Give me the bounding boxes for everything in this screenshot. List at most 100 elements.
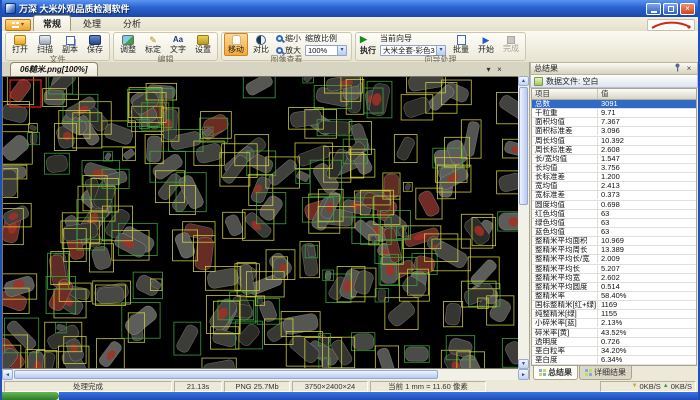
text-icon: Aa bbox=[173, 35, 183, 45]
column-header-value[interactable]: 值 bbox=[598, 89, 696, 99]
vertical-scrollbar[interactable]: ▲ ▼ bbox=[518, 76, 529, 369]
finish-button[interactable]: 完成 bbox=[499, 34, 523, 55]
settings-button[interactable]: 设置 bbox=[191, 33, 215, 56]
row-value: 2.602 bbox=[598, 274, 696, 282]
table-row[interactable]: 垩白度6.34% bbox=[532, 356, 696, 365]
viewer-tab-strip: 06糙米.png[100%] ▾ × bbox=[2, 62, 529, 76]
table-row[interactable]: 整精米平均长/宽2.009 bbox=[532, 255, 696, 264]
row-item-label: 绿色均值 bbox=[532, 219, 598, 227]
scan-button[interactable]: 扫描 bbox=[33, 33, 57, 56]
table-row[interactable]: 面积标准差3.096 bbox=[532, 127, 696, 136]
table-row[interactable]: 长标准差1.200 bbox=[532, 173, 696, 182]
row-item-label: 红色均值 bbox=[532, 210, 598, 218]
table-row[interactable]: 长均值3.756 bbox=[532, 164, 696, 173]
table-row[interactable]: 周长标准差2.608 bbox=[532, 146, 696, 155]
table-row[interactable]: 圆度均值0.698 bbox=[532, 201, 696, 210]
table-row[interactable]: 绿色均值63 bbox=[532, 219, 696, 228]
table-row[interactable]: 红色均值63 bbox=[532, 210, 696, 219]
row-value: 7.367 bbox=[598, 118, 696, 126]
table-row[interactable]: 碎米率[黄]43.52% bbox=[532, 329, 696, 338]
tab-analysis[interactable]: 分析 bbox=[113, 15, 151, 31]
tab-general[interactable]: 常规 bbox=[33, 15, 71, 31]
table-row[interactable]: 整精米平均面积10.969 bbox=[532, 237, 696, 246]
table-row[interactable]: 透明度0.726 bbox=[532, 338, 696, 347]
restore-button[interactable] bbox=[663, 3, 678, 15]
table-row[interactable]: 宽均值2.413 bbox=[532, 182, 696, 191]
zoom-out-button[interactable]: 缩小 bbox=[276, 33, 301, 44]
row-item-label: 总数 bbox=[532, 100, 598, 108]
adjust-button[interactable]: 调整 bbox=[116, 33, 140, 56]
calibrate-button[interactable]: ✎标定 bbox=[141, 33, 165, 56]
chevron-down-icon[interactable]: ▾ bbox=[337, 46, 346, 55]
save-button[interactable]: 保存 bbox=[83, 33, 107, 56]
table-row[interactable]: 整精米平均圆度0.514 bbox=[532, 283, 696, 292]
table-row[interactable]: 纯整精米[绿]1155 bbox=[532, 310, 696, 319]
scroll-right-icon[interactable]: ► bbox=[518, 369, 529, 380]
window-title: 万深 大米外观品质检测软件 bbox=[19, 2, 646, 15]
table-row[interactable]: 整精米平均宽2.602 bbox=[532, 274, 696, 283]
row-item-label: 透明度 bbox=[532, 338, 598, 346]
gear-icon bbox=[197, 35, 209, 45]
image-document-tab[interactable]: 06糙米.png[100%] bbox=[10, 62, 98, 76]
row-item-label: 千粒重 bbox=[532, 109, 598, 117]
table-row[interactable]: 面积均值7.367 bbox=[532, 118, 696, 127]
table-row[interactable]: 小碎米率[蓝]2.13% bbox=[532, 319, 696, 328]
row-item-label: 整精米平均圆度 bbox=[532, 283, 598, 291]
row-value: 58.40% bbox=[598, 292, 696, 300]
table-row[interactable]: 整精米平均周长13.389 bbox=[532, 246, 696, 255]
folder-open-icon bbox=[14, 35, 26, 45]
ribbon-toolbar: 打开 扫描 副本 保存 文件 调整 ✎标定 Aa文字 设置 编辑 移动 对比 缩… bbox=[2, 31, 698, 62]
vertical-scroll-thumb[interactable] bbox=[519, 87, 528, 205]
tab-detail-results[interactable]: 详细结果 bbox=[579, 366, 632, 380]
close-button[interactable]: × bbox=[680, 3, 695, 15]
viewer-close-button[interactable]: × bbox=[494, 64, 505, 76]
specimen-canvas[interactable] bbox=[2, 76, 518, 369]
zoom-ratio-select[interactable]: 100%▾ bbox=[305, 45, 347, 56]
upload-arrow-icon: ▲ bbox=[663, 382, 669, 391]
row-value: 2.608 bbox=[598, 146, 696, 154]
status-message: 处理完成 bbox=[4, 381, 172, 392]
scroll-left-icon[interactable]: ◄ bbox=[2, 369, 13, 380]
table-row[interactable]: 垩白粒率34.20% bbox=[532, 347, 696, 356]
table-row[interactable]: 国标整精米[红+绿]1169 bbox=[532, 301, 696, 310]
scroll-down-icon[interactable]: ▼ bbox=[518, 359, 529, 369]
row-value: 10.392 bbox=[598, 137, 696, 145]
table-row[interactable]: 宽标准差0.373 bbox=[532, 191, 696, 200]
chevron-down-icon[interactable]: ▾ bbox=[436, 46, 445, 55]
column-header-item[interactable]: 项目 bbox=[532, 89, 598, 99]
minimize-button[interactable] bbox=[646, 3, 661, 15]
table-row[interactable]: 蓝色均值63 bbox=[532, 228, 696, 237]
tab-summary-results[interactable]: 总结果 bbox=[533, 366, 578, 380]
open-button[interactable]: 打开 bbox=[8, 33, 32, 56]
contrast-button[interactable]: 对比 bbox=[249, 33, 273, 56]
row-item-label: 整精米平均宽 bbox=[532, 274, 598, 282]
row-item-label: 宽均值 bbox=[532, 182, 598, 190]
app-menu-button[interactable]: ▾ bbox=[5, 19, 31, 31]
viewer-menu-dropdown[interactable]: ▾ bbox=[483, 64, 494, 76]
start-button[interactable]: ▶开始 bbox=[474, 33, 498, 56]
duplicate-button[interactable]: 副本 bbox=[58, 34, 82, 56]
text-button[interactable]: Aa文字 bbox=[166, 33, 190, 56]
datafile-bar: 数据文件: 空白 bbox=[530, 75, 698, 88]
row-item-label: 周长均值 bbox=[532, 137, 598, 145]
table-row[interactable]: 千粒重9.71 bbox=[532, 109, 696, 118]
magnifier-minus-icon bbox=[276, 35, 283, 42]
table-row[interactable]: 总数3091 bbox=[532, 100, 696, 109]
horizontal-scroll-thumb[interactable] bbox=[14, 370, 438, 379]
panel-close-icon[interactable]: × bbox=[684, 63, 694, 74]
row-item-label: 长均值 bbox=[532, 164, 598, 172]
row-item-label: 面积均值 bbox=[532, 118, 598, 126]
batch-button[interactable]: 批量 bbox=[449, 33, 473, 56]
tab-process[interactable]: 处理 bbox=[73, 15, 111, 31]
move-tool-button[interactable]: 移动 bbox=[224, 33, 248, 56]
start-button-edge[interactable] bbox=[2, 392, 59, 400]
table-row[interactable]: 长/宽均值1.547 bbox=[532, 155, 696, 164]
scroll-up-icon[interactable]: ▲ bbox=[518, 76, 529, 86]
group-image-view: 移动 对比 缩小 缩放比例 放大 100%▾ 图像查看 bbox=[221, 32, 352, 61]
pin-icon[interactable] bbox=[672, 63, 682, 75]
table-row[interactable]: 整精米率58.40% bbox=[532, 292, 696, 301]
table-row[interactable]: 整精米平均长5.207 bbox=[532, 265, 696, 274]
table-row[interactable]: 周长均值10.392 bbox=[532, 137, 696, 146]
execute-button[interactable]: 执行 bbox=[360, 45, 376, 56]
horizontal-scrollbar[interactable]: ◄ ► bbox=[2, 369, 529, 380]
